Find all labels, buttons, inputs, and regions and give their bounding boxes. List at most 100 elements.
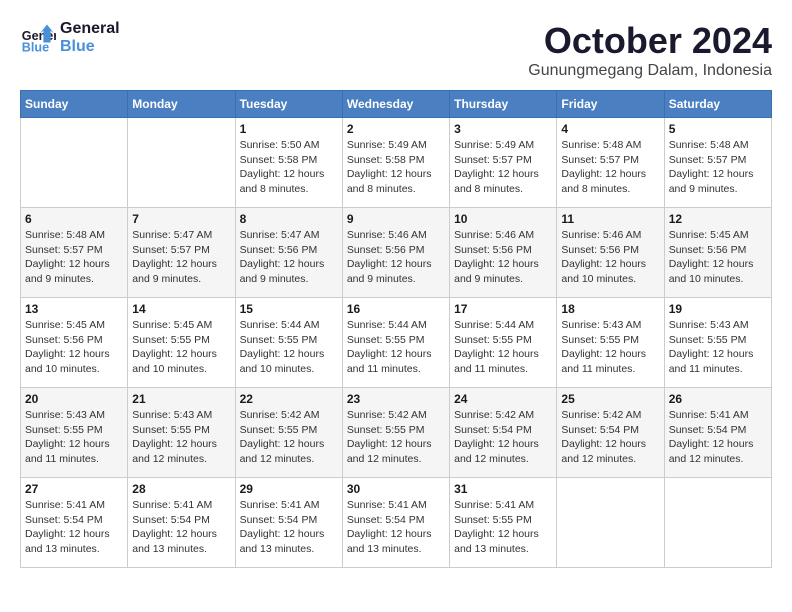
day-info: Sunrise: 5:48 AM Sunset: 5:57 PM Dayligh… xyxy=(669,138,767,197)
day-info: Sunrise: 5:44 AM Sunset: 5:55 PM Dayligh… xyxy=(240,318,338,377)
weekday-header-saturday: Saturday xyxy=(664,91,771,118)
day-info: Sunrise: 5:48 AM Sunset: 5:57 PM Dayligh… xyxy=(561,138,659,197)
calendar-cell: 13 Sunrise: 5:45 AM Sunset: 5:56 PM Dayli… xyxy=(21,298,128,388)
calendar-cell: 24Sunrise: 5:42 AM Sunset: 5:54 PM Dayli… xyxy=(450,388,557,478)
day-info: Sunrise: 5:43 AM Sunset: 5:55 PM Dayligh… xyxy=(669,318,767,377)
day-info: Sunrise: 5:42 AM Sunset: 5:54 PM Dayligh… xyxy=(454,408,552,467)
day-info: Sunrise: 5:42 AM Sunset: 5:54 PM Dayligh… xyxy=(561,408,659,467)
calendar-cell: 20 Sunrise: 5:43 AM Sunset: 5:55 PM Dayli… xyxy=(21,388,128,478)
calendar-cell: 1 Sunrise: 5:50 AM Sunset: 5:58 PM Daylig… xyxy=(235,118,342,208)
calendar-table: SundayMondayTuesdayWednesdayThursdayFrid… xyxy=(20,90,772,568)
weekday-header-sunday: Sunday xyxy=(21,91,128,118)
day-info: Sunrise: 5:48 AM Sunset: 5:57 PM Dayligh… xyxy=(25,228,123,287)
day-number: 13 xyxy=(25,302,123,316)
calendar-cell: 14 Sunrise: 5:45 AM Sunset: 5:55 PM Dayli… xyxy=(128,298,235,388)
calendar-cell xyxy=(128,118,235,208)
calendar-cell: 16Sunrise: 5:44 AM Sunset: 5:55 PM Dayli… xyxy=(342,298,449,388)
calendar-cell: 9Sunrise: 5:46 AM Sunset: 5:56 PM Daylig… xyxy=(342,208,449,298)
logo: General Blue General Blue xyxy=(20,20,120,56)
logo-general: General xyxy=(60,20,120,38)
calendar-week-5: 27 Sunrise: 5:41 AM Sunset: 5:54 PM Dayli… xyxy=(21,478,772,568)
calendar-cell: 28 Sunrise: 5:41 AM Sunset: 5:54 PM Dayli… xyxy=(128,478,235,568)
location-title: Gunungmegang Dalam, Indonesia xyxy=(528,62,772,80)
month-title: October 2024 xyxy=(528,20,772,62)
day-info: Sunrise: 5:47 AM Sunset: 5:57 PM Dayligh… xyxy=(132,228,230,287)
day-info: Sunrise: 5:47 AM Sunset: 5:56 PM Dayligh… xyxy=(240,228,338,287)
calendar-cell: 21 Sunrise: 5:43 AM Sunset: 5:55 PM Dayli… xyxy=(128,388,235,478)
calendar-cell xyxy=(557,478,664,568)
day-number: 11 xyxy=(561,212,659,226)
day-number: 17 xyxy=(454,302,552,316)
calendar-cell: 15 Sunrise: 5:44 AM Sunset: 5:55 PM Dayli… xyxy=(235,298,342,388)
day-info: Sunrise: 5:41 AM Sunset: 5:54 PM Dayligh… xyxy=(25,498,123,557)
calendar-cell: 3Sunrise: 5:49 AM Sunset: 5:57 PM Daylig… xyxy=(450,118,557,208)
day-number: 27 xyxy=(25,482,123,496)
calendar-cell xyxy=(664,478,771,568)
day-number: 18 xyxy=(561,302,659,316)
calendar-week-1: 1 Sunrise: 5:50 AM Sunset: 5:58 PM Daylig… xyxy=(21,118,772,208)
day-info: Sunrise: 5:45 AM Sunset: 5:56 PM Dayligh… xyxy=(25,318,123,377)
day-number: 26 xyxy=(669,392,767,406)
calendar-cell xyxy=(21,118,128,208)
day-number: 14 xyxy=(132,302,230,316)
logo-blue: Blue xyxy=(60,38,120,56)
day-number: 20 xyxy=(25,392,123,406)
weekday-header-friday: Friday xyxy=(557,91,664,118)
calendar-cell: 4 Sunrise: 5:48 AM Sunset: 5:57 PM Daylig… xyxy=(557,118,664,208)
day-number: 19 xyxy=(669,302,767,316)
calendar-week-4: 20 Sunrise: 5:43 AM Sunset: 5:55 PM Dayli… xyxy=(21,388,772,478)
day-number: 23 xyxy=(347,392,445,406)
day-number: 28 xyxy=(132,482,230,496)
day-info: Sunrise: 5:45 AM Sunset: 5:55 PM Dayligh… xyxy=(132,318,230,377)
day-number: 21 xyxy=(132,392,230,406)
day-number: 9 xyxy=(347,212,445,226)
day-number: 29 xyxy=(240,482,338,496)
calendar-week-2: 6 Sunrise: 5:48 AM Sunset: 5:57 PM Daylig… xyxy=(21,208,772,298)
day-number: 4 xyxy=(561,122,659,136)
day-number: 7 xyxy=(132,212,230,226)
title-area: October 2024 Gunungmegang Dalam, Indones… xyxy=(528,20,772,80)
day-info: Sunrise: 5:44 AM Sunset: 5:55 PM Dayligh… xyxy=(454,318,552,377)
day-info: Sunrise: 5:43 AM Sunset: 5:55 PM Dayligh… xyxy=(25,408,123,467)
calendar-cell: 11 Sunrise: 5:46 AM Sunset: 5:56 PM Dayli… xyxy=(557,208,664,298)
day-info: Sunrise: 5:42 AM Sunset: 5:55 PM Dayligh… xyxy=(240,408,338,467)
calendar-cell: 22 Sunrise: 5:42 AM Sunset: 5:55 PM Dayli… xyxy=(235,388,342,478)
day-info: Sunrise: 5:45 AM Sunset: 5:56 PM Dayligh… xyxy=(669,228,767,287)
day-info: Sunrise: 5:49 AM Sunset: 5:58 PM Dayligh… xyxy=(347,138,445,197)
day-info: Sunrise: 5:43 AM Sunset: 5:55 PM Dayligh… xyxy=(132,408,230,467)
calendar-cell: 2Sunrise: 5:49 AM Sunset: 5:58 PM Daylig… xyxy=(342,118,449,208)
calendar-cell: 25 Sunrise: 5:42 AM Sunset: 5:54 PM Dayli… xyxy=(557,388,664,478)
day-info: Sunrise: 5:46 AM Sunset: 5:56 PM Dayligh… xyxy=(561,228,659,287)
calendar-cell: 26 Sunrise: 5:41 AM Sunset: 5:54 PM Dayli… xyxy=(664,388,771,478)
calendar-cell: 6 Sunrise: 5:48 AM Sunset: 5:57 PM Daylig… xyxy=(21,208,128,298)
day-number: 22 xyxy=(240,392,338,406)
day-info: Sunrise: 5:41 AM Sunset: 5:55 PM Dayligh… xyxy=(454,498,552,557)
day-number: 30 xyxy=(347,482,445,496)
day-info: Sunrise: 5:41 AM Sunset: 5:54 PM Dayligh… xyxy=(240,498,338,557)
calendar-cell: 27 Sunrise: 5:41 AM Sunset: 5:54 PM Dayli… xyxy=(21,478,128,568)
calendar-cell: 8 Sunrise: 5:47 AM Sunset: 5:56 PM Daylig… xyxy=(235,208,342,298)
calendar-cell: 17 Sunrise: 5:44 AM Sunset: 5:55 PM Dayli… xyxy=(450,298,557,388)
calendar-cell: 19 Sunrise: 5:43 AM Sunset: 5:55 PM Dayli… xyxy=(664,298,771,388)
calendar-cell: 29 Sunrise: 5:41 AM Sunset: 5:54 PM Dayli… xyxy=(235,478,342,568)
calendar-cell: 5Sunrise: 5:48 AM Sunset: 5:57 PM Daylig… xyxy=(664,118,771,208)
day-info: Sunrise: 5:41 AM Sunset: 5:54 PM Dayligh… xyxy=(669,408,767,467)
day-info: Sunrise: 5:46 AM Sunset: 5:56 PM Dayligh… xyxy=(454,228,552,287)
day-number: 6 xyxy=(25,212,123,226)
day-number: 10 xyxy=(454,212,552,226)
day-number: 25 xyxy=(561,392,659,406)
calendar-cell: 23Sunrise: 5:42 AM Sunset: 5:55 PM Dayli… xyxy=(342,388,449,478)
day-info: Sunrise: 5:41 AM Sunset: 5:54 PM Dayligh… xyxy=(132,498,230,557)
day-number: 15 xyxy=(240,302,338,316)
calendar-cell: 12 Sunrise: 5:45 AM Sunset: 5:56 PM Dayli… xyxy=(664,208,771,298)
weekday-header-tuesday: Tuesday xyxy=(235,91,342,118)
svg-text:Blue: Blue xyxy=(22,41,49,55)
weekday-header-monday: Monday xyxy=(128,91,235,118)
day-info: Sunrise: 5:50 AM Sunset: 5:58 PM Dayligh… xyxy=(240,138,338,197)
day-info: Sunrise: 5:41 AM Sunset: 5:54 PM Dayligh… xyxy=(347,498,445,557)
day-number: 12 xyxy=(669,212,767,226)
weekday-header-wednesday: Wednesday xyxy=(342,91,449,118)
day-info: Sunrise: 5:49 AM Sunset: 5:57 PM Dayligh… xyxy=(454,138,552,197)
day-number: 1 xyxy=(240,122,338,136)
day-number: 8 xyxy=(240,212,338,226)
